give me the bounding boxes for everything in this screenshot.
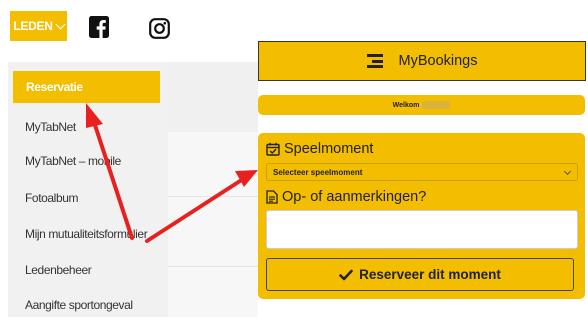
menu-item-label: Aangifte sportongeval	[25, 298, 133, 312]
instagram-icon[interactable]	[149, 18, 170, 39]
menu-item-label: Mijn mutualiteitsformulier	[25, 227, 148, 241]
menu-item-mytabnet-mobile[interactable]: MyTabNet – mobile	[8, 143, 168, 179]
menu-item-ledenbeheer[interactable]: Ledenbeheer	[8, 252, 168, 288]
leden-label: LEDEN	[13, 19, 53, 33]
menu-item-label: Fotoalbum	[25, 191, 79, 205]
menu-item-mytabnet[interactable]: MyTabNet	[8, 109, 168, 145]
remarks-label-row: Op- of aanmerkingen?	[266, 189, 426, 205]
menu-item-mutualiteitsformulier[interactable]: Mijn mutualiteitsformulier	[8, 216, 168, 252]
mybookings-title: MyBookings	[398, 53, 478, 69]
divider	[168, 196, 258, 197]
speelmoment-select[interactable]: Selecteer speelmoment	[266, 163, 578, 181]
facebook-icon[interactable]	[89, 16, 109, 38]
check-icon	[339, 269, 353, 280]
menu-item-fotoalbum[interactable]: Fotoalbum	[8, 180, 168, 216]
page-header-area	[168, 62, 258, 132]
reserveer-button-label: Reserveer dit moment	[359, 267, 501, 282]
calendar-check-icon	[266, 142, 280, 156]
file-text-icon	[266, 190, 278, 204]
remarks-textarea[interactable]	[266, 210, 578, 249]
menu-item-label: Reservatie	[26, 80, 83, 94]
welcome-bar: Welkom	[258, 95, 585, 115]
speelmoment-label-row: Speelmoment	[266, 141, 373, 157]
leden-dropdown-button[interactable]: LEDEN	[10, 11, 67, 41]
divider	[168, 266, 258, 267]
reserveer-button[interactable]: Reserveer dit moment	[266, 258, 574, 291]
chevron-down-icon	[563, 167, 572, 176]
welcome-text: Welkom	[392, 101, 420, 109]
mybookings-header: MyBookings	[258, 41, 586, 81]
remarks-label: Op- of aanmerkingen?	[282, 189, 427, 205]
chevron-down-icon	[55, 19, 66, 29]
speelmoment-label: Speelmoment	[284, 141, 374, 157]
menu-item-aangifte-sportongeval[interactable]: Aangifte sportongeval	[8, 287, 168, 323]
menu-item-label: Ledenbeheer	[25, 263, 92, 277]
menu-item-label: MyTabNet – mobile	[25, 154, 121, 168]
redacted-username	[422, 101, 451, 109]
menu-item-reservatie[interactable]: Reservatie	[13, 71, 160, 103]
menu-item-label: MyTabNet	[25, 120, 76, 134]
select-value: Selecteer speelmoment	[273, 167, 363, 177]
hamburger-menu-icon[interactable]	[366, 54, 383, 68]
